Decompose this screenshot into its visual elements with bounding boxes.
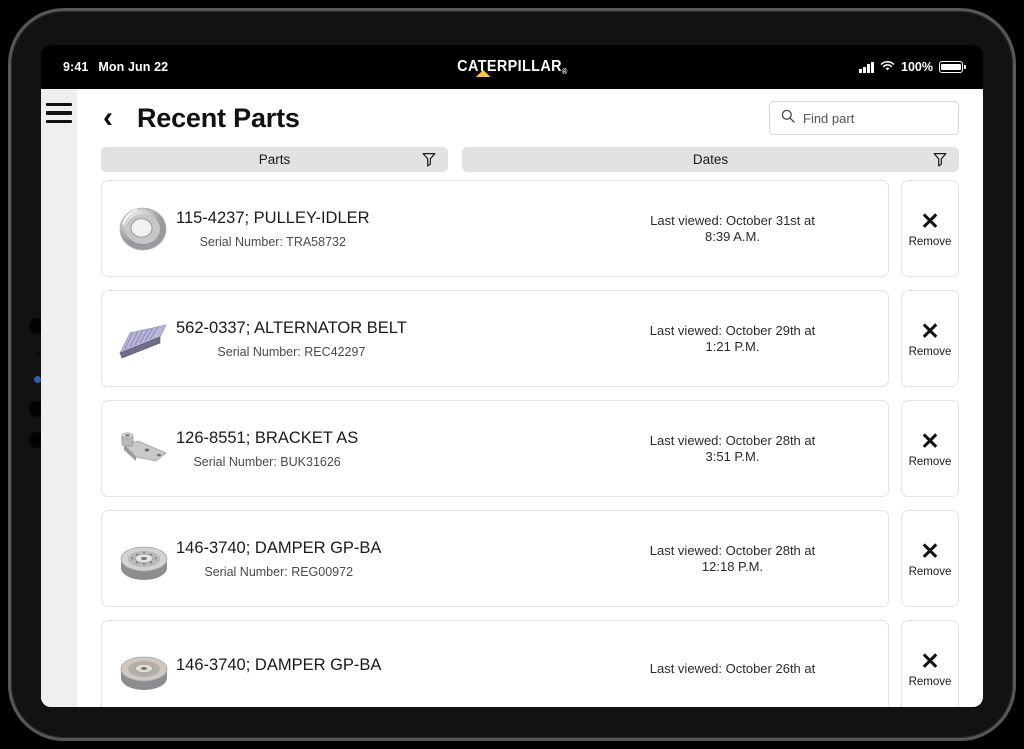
last-viewed-date: Last viewed: October 28th at 3:51 P.M. xyxy=(577,433,888,464)
part-text: 562-0337; ALTERNATOR BELT Serial Number:… xyxy=(176,319,407,359)
device-microphone xyxy=(36,352,39,355)
last-viewed-line2: 1:21 P.M. xyxy=(705,338,760,354)
status-bar: 9:41 Mon Jun 22 CATERPILLAR® 100% xyxy=(41,45,983,89)
part-text: 126-8551; BRACKET AS Serial Number: BUK3… xyxy=(176,429,358,469)
last-viewed-date: Last viewed: October 29th at 1:21 P.M. xyxy=(577,323,888,354)
left-rail xyxy=(41,89,77,707)
part-cell: 146-3740; DAMPER GP-BA Serial Number: RE… xyxy=(102,531,577,587)
close-x-icon: ✕ xyxy=(920,537,940,564)
table-row[interactable]: 115-4237; PULLEY-IDLER Serial Number: TR… xyxy=(101,180,959,277)
last-viewed-date: Last viewed: October 28th at 12:18 P.M. xyxy=(577,543,888,574)
remove-label: Remove xyxy=(908,345,952,358)
filter-pill-parts[interactable]: Parts xyxy=(101,147,448,172)
page-header: ‹ Recent Parts xyxy=(77,89,983,145)
app-content: ‹ Recent Parts Parts xyxy=(41,89,983,707)
table-row[interactable]: 146-3740; DAMPER GP-BA Last viewed: Octo… xyxy=(101,620,959,707)
remove-button[interactable]: ✕ Remove xyxy=(901,620,959,707)
part-name: 115-4237; PULLEY-IDLER xyxy=(176,208,370,227)
close-x-icon: ✕ xyxy=(920,647,940,674)
part-name: 146-3740; DAMPER GP-BA xyxy=(176,538,382,557)
search-box[interactable] xyxy=(769,101,959,135)
search-input[interactable] xyxy=(803,110,947,126)
last-viewed-line1: Last viewed: October 26th at xyxy=(649,660,816,676)
last-viewed-line2: 8:39 A.M. xyxy=(705,228,760,244)
last-viewed-line2: 3:51 P.M. xyxy=(705,448,760,464)
table-row[interactable]: 126-8551; BRACKET AS Serial Number: BUK3… xyxy=(101,400,959,497)
hamburger-menu-icon[interactable] xyxy=(46,103,72,124)
last-viewed-line2: 12:18 P.M. xyxy=(701,558,764,574)
part-card[interactable]: 562-0337; ALTERNATOR BELT Serial Number:… xyxy=(101,290,889,387)
part-name: 562-0337; ALTERNATOR BELT xyxy=(176,318,407,337)
remove-label: Remove xyxy=(908,565,952,578)
caterpillar-brand: CATERPILLAR® xyxy=(41,58,983,77)
search-icon xyxy=(781,109,795,128)
part-serial: Serial Number: TRA58732 xyxy=(199,234,346,249)
caterpillar-triangle-icon xyxy=(475,70,491,77)
filter-label-dates: Dates xyxy=(692,152,729,167)
last-viewed-line1: Last viewed: October 29th at xyxy=(649,323,816,339)
part-card[interactable]: 115-4237; PULLEY-IDLER Serial Number: TR… xyxy=(101,180,889,277)
close-x-icon: ✕ xyxy=(920,427,940,454)
table-row[interactable]: 562-0337; ALTERNATOR BELT Serial Number:… xyxy=(101,290,959,387)
part-cell: 126-8551; BRACKET AS Serial Number: BUK3… xyxy=(102,421,577,477)
table-row[interactable]: 146-3740; DAMPER GP-BA Serial Number: RE… xyxy=(101,510,959,607)
part-text: 115-4237; PULLEY-IDLER Serial Number: TR… xyxy=(176,209,370,249)
part-cell: 146-3740; DAMPER GP-BA xyxy=(102,641,577,697)
last-viewed-date: Last viewed: October 26th at xyxy=(577,661,888,676)
caterpillar-wordmark: CATERPILLAR® xyxy=(456,58,568,77)
part-serial: Serial Number: BUK31626 xyxy=(193,454,341,469)
remove-button[interactable]: ✕ Remove xyxy=(901,400,959,497)
part-serial: Serial Number: REG00972 xyxy=(204,564,354,579)
damper-gp-ba-thumbnail xyxy=(116,531,172,587)
tablet-screen: 9:41 Mon Jun 22 CATERPILLAR® 100% ‹ Rece… xyxy=(41,45,983,707)
part-card[interactable]: 146-3740; DAMPER GP-BA Last viewed: Octo… xyxy=(101,620,889,707)
close-x-icon: ✕ xyxy=(920,207,940,234)
main-content: ‹ Recent Parts Parts xyxy=(77,89,983,707)
remove-button[interactable]: ✕ Remove xyxy=(901,510,959,607)
remove-label: Remove xyxy=(908,235,952,248)
chevron-left-icon[interactable]: ‹ xyxy=(95,103,121,133)
pulley-idler-thumbnail xyxy=(116,201,172,257)
filter-funnel-icon-dates[interactable] xyxy=(933,152,947,172)
damper-gp-ba-thumbnail xyxy=(116,641,172,697)
last-viewed-line1: Last viewed: October 28th at xyxy=(649,433,816,449)
caterpillar-text: CATERPILLAR xyxy=(456,58,562,75)
remove-button[interactable]: ✕ Remove xyxy=(901,290,959,387)
part-card[interactable]: 146-3740; DAMPER GP-BA Serial Number: RE… xyxy=(101,510,889,607)
battery-full-icon xyxy=(939,61,966,73)
part-name: 126-8551; BRACKET AS xyxy=(176,428,359,447)
part-serial: Serial Number: REC42297 xyxy=(217,344,366,359)
part-card[interactable]: 126-8551; BRACKET AS Serial Number: BUK3… xyxy=(101,400,889,497)
last-viewed-line1: Last viewed: October 31st at xyxy=(650,213,815,229)
close-x-icon: ✕ xyxy=(920,317,940,344)
last-viewed-line1: Last viewed: October 28th at xyxy=(649,543,816,559)
filter-label-parts: Parts xyxy=(258,152,291,167)
tablet-device-frame: 9:41 Mon Jun 22 CATERPILLAR® 100% ‹ Rece… xyxy=(8,8,1016,741)
part-cell: 562-0337; ALTERNATOR BELT Serial Number:… xyxy=(102,311,577,367)
bracket-as-thumbnail xyxy=(116,421,172,477)
device-status-led xyxy=(34,376,41,383)
page-title: Recent Parts xyxy=(137,102,300,133)
remove-label: Remove xyxy=(908,455,952,468)
filter-funnel-icon-parts[interactable] xyxy=(422,152,436,172)
last-viewed-date: Last viewed: October 31st at 8:39 A.M. xyxy=(577,213,888,244)
remove-label: Remove xyxy=(908,675,952,688)
part-text: 146-3740; DAMPER GP-BA Serial Number: RE… xyxy=(176,539,381,579)
part-cell: 115-4237; PULLEY-IDLER Serial Number: TR… xyxy=(102,201,577,257)
recent-parts-list: 115-4237; PULLEY-IDLER Serial Number: TR… xyxy=(77,172,983,707)
remove-button[interactable]: ✕ Remove xyxy=(901,180,959,277)
filter-bar: Parts Dates xyxy=(77,145,983,172)
filter-pill-dates[interactable]: Dates xyxy=(462,147,959,172)
registered-mark: ® xyxy=(561,67,568,76)
alternator-belt-thumbnail xyxy=(116,311,172,367)
part-name: 146-3740; DAMPER GP-BA xyxy=(176,655,382,674)
part-text: 146-3740; DAMPER GP-BA xyxy=(176,656,381,682)
